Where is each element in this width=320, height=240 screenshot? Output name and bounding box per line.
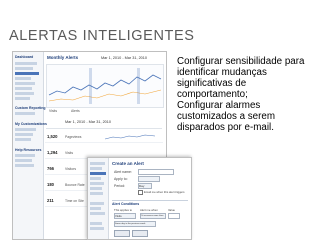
sidebar-item[interactable] — [15, 82, 35, 85]
sidebar-item[interactable] — [15, 164, 34, 167]
slide-title: ALERTAS INTELIGENTES — [9, 28, 195, 44]
create-alert-screenshot: Create an Alert Alert name: Apply to: Pe… — [87, 157, 192, 240]
metric-label: Time on Site — [65, 199, 84, 203]
apply-to-label: Apply to: — [114, 177, 128, 181]
divider — [112, 200, 188, 201]
period-select[interactable]: Day — [138, 183, 152, 189]
sidebar-item[interactable] — [90, 227, 104, 230]
report-sidebar: Dashboard Custom Reporting My Customizat… — [13, 52, 47, 239]
alert-name-label: Alert name: — [114, 170, 132, 174]
sidebar-item[interactable] — [90, 162, 105, 165]
sidebar-item[interactable] — [15, 133, 33, 136]
sidebar-item[interactable] — [15, 128, 36, 131]
form-sidebar — [88, 158, 109, 239]
sidebar-item-intelligence[interactable] — [15, 72, 39, 75]
email-checkbox[interactable] — [138, 190, 143, 195]
sidebar-heading-custom-reporting: Custom Reporting — [15, 106, 46, 110]
metric-row[interactable]: 1,520 Pageviews — [45, 132, 163, 143]
condition-operator-select[interactable]: % increases more than — [140, 213, 166, 219]
sidebar-item[interactable] — [90, 177, 101, 180]
sidebar-item-intelligence[interactable] — [90, 172, 106, 175]
date-range-secondary[interactable]: Mar 1, 2010 - Mar 31, 2010 — [65, 120, 111, 124]
sidebar-heading-help: Help Resources — [15, 148, 42, 152]
metric-value-time: 211 — [47, 198, 54, 203]
chart-legend-visits: Visits — [49, 109, 58, 113]
condition-col-alert-when: Alert me when — [140, 208, 158, 212]
sidebar-item[interactable] — [15, 77, 31, 80]
sidebar-item[interactable] — [15, 62, 37, 65]
condition-col-applies: This applies to — [114, 208, 133, 212]
sidebar-item[interactable] — [90, 222, 102, 225]
condition-compare-select[interactable]: Same day in the previous week — [114, 221, 156, 227]
metric-label: Visitors — [65, 167, 77, 171]
metric-value-visits: 1,294 — [47, 150, 58, 155]
sidebar-item[interactable] — [90, 202, 104, 205]
sidebar-heading-customizations: My Customizations — [15, 122, 47, 126]
slide-paragraph-sensitivity: Configurar sensibilidade para identifica… — [177, 56, 305, 100]
report-header: Monthly Alerts — [47, 55, 79, 60]
condition-metric-select[interactable]: Visits — [114, 213, 136, 219]
alerts-chart-svg — [48, 68, 162, 104]
metric-value-visitors: 766 — [47, 166, 54, 171]
sidebar-item[interactable] — [15, 87, 32, 90]
condition-col-value: Value — [168, 208, 175, 212]
metric-sparkline — [105, 134, 155, 140]
sidebar-item[interactable] — [15, 159, 32, 162]
cancel-button[interactable] — [132, 230, 148, 237]
metric-label: Pageviews — [65, 135, 82, 139]
sidebar-item[interactable] — [15, 97, 30, 100]
sidebar-item[interactable] — [15, 138, 31, 141]
alerts-chart — [46, 64, 164, 108]
sidebar-item[interactable] — [90, 212, 105, 215]
sidebar-item[interactable] — [90, 207, 101, 210]
create-alert-button[interactable] — [114, 230, 130, 237]
sidebar-item[interactable] — [15, 112, 35, 115]
sidebar-item[interactable] — [90, 192, 103, 195]
slide-paragraph-email-alarms: Configurar alarmes customizados a serem … — [177, 100, 276, 133]
metric-value-bounce: 180 — [47, 182, 54, 187]
date-range-picker[interactable]: Mar 1, 2010 - Mar 31, 2010 — [101, 56, 147, 60]
sidebar-item[interactable] — [90, 187, 102, 190]
sidebar-item[interactable] — [15, 67, 33, 70]
email-checkbox-label: Email me when this alert triggers — [144, 190, 185, 194]
sidebar-item[interactable] — [90, 167, 102, 170]
form-header: Create an Alert — [112, 161, 144, 166]
condition-value-input[interactable] — [168, 213, 180, 219]
sidebar-dashboard-link[interactable]: Dashboard — [15, 55, 33, 59]
chart-legend-alerts: Alerts — [71, 109, 80, 113]
sidebar-item[interactable] — [90, 182, 104, 185]
period-label: Period: — [114, 184, 126, 188]
divider — [46, 128, 162, 129]
alert-name-input[interactable] — [138, 169, 174, 175]
apply-to-select[interactable] — [138, 176, 160, 182]
sidebar-item[interactable] — [15, 92, 34, 95]
metric-label: Visits — [65, 151, 74, 155]
metric-label: Bounce Rate — [65, 183, 85, 187]
alert-conditions-heading: Alert Conditions — [112, 202, 140, 206]
sidebar-item[interactable] — [15, 154, 35, 157]
metric-value-pageviews: 1,520 — [47, 134, 58, 139]
